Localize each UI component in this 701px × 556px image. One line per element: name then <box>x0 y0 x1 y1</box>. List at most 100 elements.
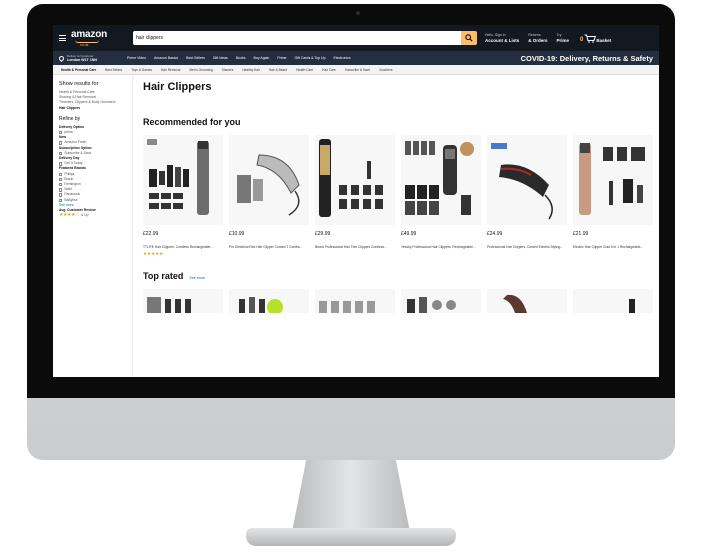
category-link[interactable]: Hair Care <box>322 68 336 72</box>
checkbox[interactable] <box>59 188 63 192</box>
product-image <box>147 297 191 314</box>
logo-text: amazon <box>71 28 108 40</box>
prime-label: Prime <box>556 38 570 43</box>
covid-banner-link[interactable]: COVID-19: Delivery, Returns & Safety <box>521 54 653 63</box>
top-rated-carousel <box>143 289 659 314</box>
try-prime[interactable]: Try Prime <box>557 32 570 44</box>
hamburger-menu-icon[interactable] <box>59 35 66 41</box>
product-image <box>503 295 527 314</box>
sub-nav-link[interactable]: Books <box>236 56 246 60</box>
filter-sidebar: Show results for Health & Personal Care … <box>53 75 133 375</box>
product-card[interactable] <box>401 289 481 314</box>
sub-nav-link[interactable]: Prime <box>277 56 286 60</box>
sub-navigation: Deliver to Customer London W1T 1NN Prime… <box>53 51 659 65</box>
red-corded-clipper-icon <box>491 143 553 220</box>
sub-nav-link[interactable]: Best Sellers <box>186 56 205 60</box>
category-link[interactable]: Best Sellers <box>105 68 122 72</box>
product-title[interactable]: TTLIFE Hair Clippers, Cordless Rechargea… <box>143 245 223 249</box>
product-card[interactable]: £21.99 Electric Hair Clipper Gold 5 in 1… <box>573 135 653 257</box>
checkbox[interactable] <box>59 182 63 187</box>
category-link[interactable]: Shavers <box>222 68 234 72</box>
category-link[interactable]: Hair Removal <box>161 68 180 72</box>
checkbox[interactable] <box>59 193 63 197</box>
product-image[interactable] <box>143 135 223 225</box>
product-card[interactable] <box>315 289 395 314</box>
product-image[interactable] <box>573 135 653 225</box>
selected-category[interactable]: Hair Clippers <box>59 106 127 111</box>
corded-clipper-icon <box>237 154 300 216</box>
product-price: £24.99 <box>487 231 503 237</box>
product-title[interactable]: Professional Hair Clippers, Corded Elect… <box>487 245 567 249</box>
deliver-line2: London W1T 1NN <box>67 58 97 62</box>
product-stars <box>401 251 481 257</box>
sub-nav-link[interactable]: Prime Video <box>127 56 146 60</box>
product-card[interactable] <box>229 289 309 314</box>
account-label: Account & Lists <box>485 38 520 43</box>
product-title[interactable]: Beard Professional Hair Trim Clippers Co… <box>315 245 395 249</box>
refine-heading: Refine by <box>59 115 81 122</box>
page-title: Hair Clippers <box>143 81 212 93</box>
search-button[interactable] <box>461 31 477 45</box>
sub-nav-link[interactable]: Gift Cards & Top Up <box>294 56 325 60</box>
logo-domain: .co.uk <box>79 42 89 47</box>
product-stars <box>573 251 653 257</box>
sub-nav-link[interactable]: Buy Again <box>254 56 270 60</box>
product-price: £21.99 <box>573 231 589 237</box>
category-link[interactable]: Toys & Games <box>131 68 152 72</box>
results-main: Hair Clippers Recommended for you £22.99… <box>133 75 659 375</box>
category-link[interactable]: Health & Personal Care <box>61 68 96 72</box>
product-card[interactable]: £29.99 Beard Professional Hair Trim Clip… <box>315 135 395 257</box>
top-navigation: amazon .co.uk Hello, Sign in Account & L… <box>53 25 659 51</box>
category-link[interactable]: Vouchers <box>379 68 392 72</box>
category-link[interactable]: Men's Grooming <box>189 68 212 72</box>
search-bar <box>133 31 477 45</box>
category-link[interactable]: Subscribe & Save <box>345 68 370 72</box>
product-image <box>239 297 283 314</box>
product-image[interactable] <box>315 135 395 225</box>
product-image[interactable] <box>401 135 481 225</box>
basket-label: Basket <box>596 37 612 43</box>
sub-nav-link[interactable]: Electronics <box>334 56 351 60</box>
sub-nav-link[interactable]: Amazon Basics <box>154 56 178 60</box>
product-image[interactable] <box>487 135 567 225</box>
product-card[interactable] <box>573 289 653 314</box>
checkbox[interactable] <box>59 130 63 135</box>
product-stars <box>229 251 309 257</box>
product-card[interactable]: £10.99 Pro Electrical Red Hair Clipper C… <box>229 135 309 257</box>
product-image <box>629 299 635 314</box>
product-card[interactable]: £49.99 Yesoky Professional Hair Clippers… <box>401 135 481 257</box>
product-card[interactable] <box>487 289 567 314</box>
checkbox[interactable] <box>59 198 63 202</box>
product-image <box>407 297 456 314</box>
checkbox[interactable] <box>59 162 63 166</box>
amazon-logo[interactable]: amazon .co.uk <box>71 28 123 47</box>
sub-nav-link[interactable]: Gift Ideas <box>213 56 228 60</box>
returns-orders[interactable]: Returns & Orders <box>528 32 547 44</box>
checkbox[interactable] <box>59 141 63 145</box>
product-title[interactable]: Yesoky Professional Hair Clippers, Recha… <box>401 245 481 249</box>
account-lists[interactable]: Hello, Sign in Account & Lists <box>485 32 519 44</box>
webcam-icon <box>356 11 360 15</box>
search-input[interactable] <box>133 31 461 45</box>
product-card[interactable]: £24.99 Professional Hair Clippers, Corde… <box>487 135 567 257</box>
recommended-carousel: £22.99 TTLIFE Hair Clippers, Cordless Re… <box>143 135 659 257</box>
monitor-stand <box>292 460 410 532</box>
basket-button[interactable]: 0 Basket <box>580 34 611 43</box>
product-title[interactable]: Pro Electrical Red Hair Clipper Corded 7… <box>229 245 309 249</box>
product-title[interactable]: Electric Hair Clipper Gold 5 in 1 Rechar… <box>573 245 653 249</box>
category-link[interactable]: Health Care <box>296 68 313 72</box>
checkbox[interactable] <box>59 172 63 176</box>
product-card[interactable] <box>143 289 223 314</box>
product-image <box>319 301 375 314</box>
product-card[interactable]: £22.99 TTLIFE Hair Clippers, Cordless Re… <box>143 135 223 257</box>
checkbox[interactable] <box>59 151 63 156</box>
product-stars: ★★★★★ <box>143 251 164 257</box>
category-link[interactable]: Healthy Hair <box>242 68 260 72</box>
category-link[interactable]: Hair & Beard <box>269 68 287 72</box>
see-more-link[interactable]: See more <box>189 276 205 280</box>
product-image[interactable] <box>229 135 309 225</box>
checkbox[interactable] <box>59 177 63 182</box>
cart-icon <box>584 34 597 43</box>
review-filter[interactable]: ★★★★☆ & Up <box>59 213 127 218</box>
deliver-to[interactable]: Deliver to Customer London W1T 1NN <box>67 54 113 62</box>
